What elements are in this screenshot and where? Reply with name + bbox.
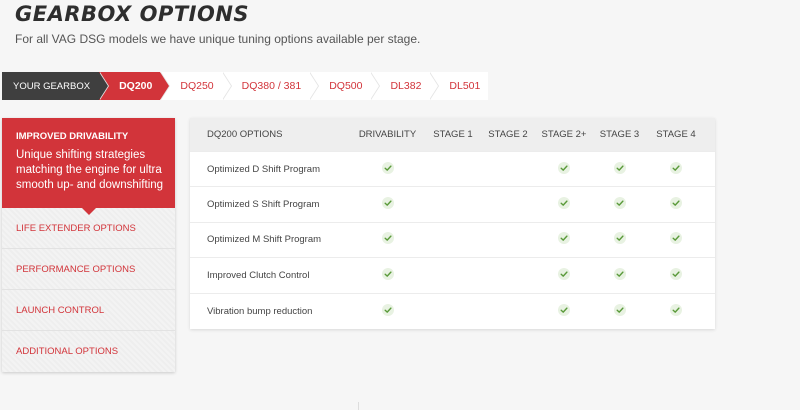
menu-item-launch-control[interactable]: LAUNCH CONTROL bbox=[2, 290, 175, 331]
table-row: Optimized M Shift Program bbox=[190, 223, 715, 259]
table-row: Optimized S Shift Program bbox=[190, 187, 715, 223]
table-cell bbox=[535, 267, 593, 283]
check-icon bbox=[381, 161, 394, 174]
table-cell bbox=[646, 161, 706, 177]
table-cell bbox=[535, 161, 593, 177]
table-body: Optimized D Shift Program Optimized S Shi… bbox=[190, 152, 715, 329]
options-table: DQ200 OPTIONS DRIVABILITY STAGE 1 STAGE … bbox=[190, 118, 715, 329]
check-icon bbox=[558, 232, 570, 245]
check-icon bbox=[670, 232, 682, 245]
table-cell bbox=[593, 267, 646, 283]
check-icon bbox=[558, 197, 570, 210]
table-cell bbox=[350, 303, 425, 319]
table-cell bbox=[646, 232, 706, 247]
check-icon bbox=[670, 303, 682, 316]
check-icon bbox=[613, 161, 626, 174]
table-cell bbox=[593, 197, 646, 212]
page-title: GEARBOX OPTIONS bbox=[15, 2, 250, 26]
table-cell bbox=[535, 303, 593, 319]
table-cell bbox=[535, 197, 593, 212]
column-header: DQ200 OPTIONS bbox=[207, 129, 283, 140]
page-subtitle: For all VAG DSG models we have unique tu… bbox=[15, 32, 421, 46]
menu-item-label: IMPROVED DRIVABILITY bbox=[16, 131, 129, 142]
table-cell bbox=[350, 161, 425, 177]
menu-item-improved-drivability[interactable]: IMPROVED DRIVABILITY Unique shifting str… bbox=[2, 118, 175, 215]
table-row: Vibration bump reduction bbox=[190, 294, 715, 329]
column-header: STAGE 1 bbox=[433, 129, 473, 140]
column-header: DRIVABILITY bbox=[358, 129, 417, 140]
table-header: DQ200 OPTIONS DRIVABILITY STAGE 1 STAGE … bbox=[190, 118, 715, 152]
check-icon bbox=[670, 197, 682, 210]
table-cell bbox=[535, 232, 593, 247]
table-cell bbox=[646, 197, 706, 212]
menu-item-additional[interactable]: ADDITIONAL OPTIONS bbox=[2, 331, 175, 372]
table-cell bbox=[350, 267, 425, 283]
check-icon bbox=[381, 303, 394, 316]
column-header: STAGE 4 bbox=[656, 129, 696, 140]
divider bbox=[358, 402, 359, 410]
table-row: Optimized D Shift Program bbox=[190, 152, 715, 188]
check-icon bbox=[381, 267, 394, 280]
check-icon bbox=[613, 303, 626, 316]
check-icon bbox=[670, 267, 682, 280]
table-cell bbox=[593, 232, 646, 247]
options-menu: IMPROVED DRIVABILITY Unique shifting str… bbox=[2, 118, 175, 372]
check-icon bbox=[381, 197, 394, 210]
option-name: Vibration bump reduction bbox=[207, 305, 313, 317]
check-icon bbox=[613, 232, 626, 245]
menu-item-description: Unique shifting strategies matching the … bbox=[16, 149, 164, 191]
check-icon bbox=[558, 303, 570, 316]
table-cell bbox=[646, 267, 706, 283]
column-header: STAGE 3 bbox=[599, 129, 640, 140]
table-cell bbox=[350, 197, 425, 212]
table-cell bbox=[593, 161, 646, 177]
option-name: Optimized S Shift Program bbox=[207, 199, 320, 211]
column-header: STAGE 2 bbox=[488, 129, 528, 140]
check-icon bbox=[558, 267, 570, 280]
check-icon bbox=[613, 267, 626, 280]
table-cell bbox=[350, 232, 425, 247]
option-name: Optimized M Shift Program bbox=[207, 234, 322, 246]
table-cell bbox=[646, 303, 706, 319]
table-cell bbox=[593, 303, 646, 319]
menu-item-performance[interactable]: PERFORMANCE OPTIONS bbox=[2, 249, 175, 290]
check-icon bbox=[670, 161, 682, 174]
your-gearbox-label: YOUR GEARBOX bbox=[2, 72, 110, 100]
gearbox-tab-dq380-381[interactable]: DQ380 / 381 bbox=[221, 72, 319, 100]
check-icon bbox=[558, 161, 570, 174]
table-row: Improved Clutch Control bbox=[190, 258, 715, 294]
gearbox-breadcrumb: YOUR GEARBOX DQ200 DQ250 DQ380 / 381 DQ5… bbox=[2, 72, 489, 100]
option-name: Improved Clutch Control bbox=[207, 269, 310, 281]
check-icon bbox=[613, 197, 626, 210]
check-icon bbox=[381, 232, 394, 245]
option-name: Optimized D Shift Program bbox=[207, 163, 320, 175]
column-header: STAGE 2+ bbox=[541, 129, 587, 140]
